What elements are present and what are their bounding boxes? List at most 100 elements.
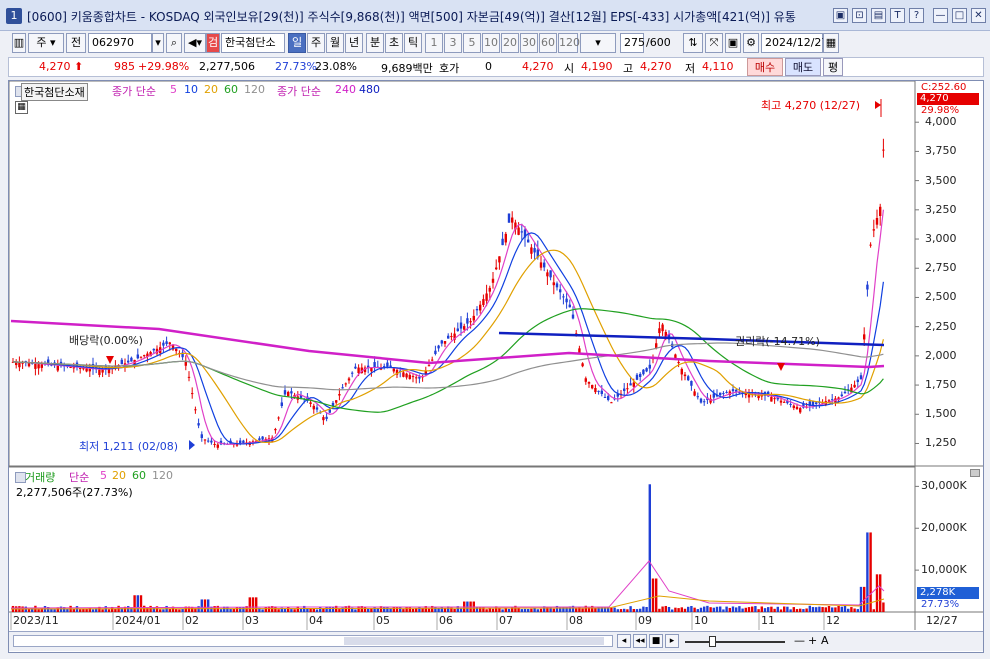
chart-type-icon[interactable]: ▥ [12,33,26,53]
candle-body [450,336,453,338]
sell-button[interactable]: 매도 [785,58,821,76]
price-tick-label: 2,000 [925,348,957,362]
chart-canvas[interactable] [9,81,983,652]
candle-body [549,270,552,278]
volume-bar [402,609,405,612]
vol-ma20-legend[interactable]: 20 [112,469,126,482]
candle-body [440,340,443,344]
candle-body [335,400,338,403]
period-minute[interactable]: 분 [366,33,384,53]
ma480-legend[interactable]: 480 [359,83,380,96]
ma20-legend[interactable]: 20 [204,83,218,96]
volume-legend-label[interactable]: 거래량 [25,469,55,485]
interval-120[interactable]: 120 [558,33,580,53]
sound-icon[interactable]: ◀▾ [184,33,206,53]
candle-body [603,396,607,398]
count-input[interactable]: 275 [620,33,645,53]
period-second[interactable]: 초 [385,33,403,53]
horizontal-scrollbar[interactable] [13,635,613,647]
vol-ma120-legend[interactable]: 120 [152,469,173,482]
volume-bar [399,606,402,612]
search-icon[interactable]: ⌕ [166,33,182,53]
scroll-left-icon[interactable]: ◂ [617,634,631,648]
maximize-button[interactable]: □ [952,8,967,23]
chart-area[interactable]: 한국첨단소재 종가 단순 5 10 20 60 120 종가 단순 240 48… [8,80,984,653]
interval-20[interactable]: 20 [501,33,519,53]
volume-ma-label[interactable]: 단순 [69,469,89,485]
rewind-icon[interactable]: ◂◂ [633,634,647,648]
candle-body [530,247,533,254]
interval-10[interactable]: 10 [482,33,500,53]
stock-name[interactable]: 한국첨단소 [221,33,285,53]
ma10-legend[interactable]: 10 [184,83,198,96]
volume-bar [517,608,520,612]
date-input[interactable]: 2024/12/27 [761,33,828,53]
candle-body [501,238,504,246]
ma240-legend[interactable]: 240 [335,83,356,96]
volume-bar [719,606,722,612]
save-icon[interactable]: ▣ [725,33,741,53]
indicator-icon[interactable]: ⇅ [683,33,703,53]
zoom-out-icon[interactable]: — [794,634,805,647]
price-tick-label: 2,250 [925,319,957,333]
vol-ma60-legend[interactable]: 60 [132,469,146,482]
candle-body [543,262,546,268]
price-tick-label: 3,500 [925,173,957,187]
font-size-icon[interactable]: A [821,634,829,647]
period-month[interactable]: 월 [326,33,344,53]
zoom-slider-handle[interactable] [709,636,716,647]
gear-icon[interactable]: ⚙ [743,33,759,53]
buy-button[interactable]: 매수 [747,58,783,76]
minimize-button[interactable]: — [933,8,948,23]
vol-ma5-legend[interactable]: 5 [100,469,107,482]
zoom-slider-track[interactable] [685,641,785,643]
code-dropdown-icon[interactable]: ▾ [152,33,164,53]
layout-icon[interactable]: ⊡ [852,8,867,23]
candle-body [98,369,101,375]
panel-expand-icon[interactable] [970,469,980,477]
ma60-legend[interactable]: 60 [224,83,238,96]
interval-5[interactable]: 5 [463,33,481,53]
ma-legend-label[interactable]: 종가 단순 [112,83,156,99]
candle-body [815,402,818,404]
volume-bar [693,607,696,612]
ma120-legend[interactable]: 120 [244,83,265,96]
interval-3[interactable]: 3 [444,33,462,53]
list-icon[interactable]: ▤ [871,8,886,23]
volume-bar [821,607,824,612]
prefix-button[interactable]: 전 [66,33,86,53]
zoom-in-icon[interactable]: + [808,634,817,647]
stop-icon[interactable]: ■ [649,634,663,648]
play-icon[interactable]: ▸ [665,634,679,648]
candle-body [600,390,603,394]
volume-bar [715,606,719,612]
period-tick[interactable]: 틱 [404,33,422,53]
grid-table-icon[interactable]: ▦ [15,101,28,114]
help-icon[interactable]: ? [909,8,924,23]
compare-icon[interactable]: ⤧ [705,33,723,53]
interval-dropdown[interactable]: ▾ [580,33,616,53]
chart-setting-icon[interactable]: ▣ [833,8,848,23]
ma5-legend[interactable]: 5 [170,83,177,96]
volume-bar [847,608,850,612]
market-select[interactable]: 주 ▾ [28,33,64,53]
interval-1[interactable]: 1 [425,33,443,53]
candle-body [328,409,331,413]
candle-body [242,440,245,444]
period-year[interactable]: 년 [345,33,363,53]
eval-button[interactable]: 평 [823,58,843,76]
volume-bar [315,609,319,612]
period-week[interactable]: 주 [307,33,325,53]
interval-60[interactable]: 60 [539,33,557,53]
ma-legend-label2[interactable]: 종가 단순 [277,83,321,99]
text-icon[interactable]: T [890,8,905,23]
calendar-icon[interactable]: ▦ [823,33,839,53]
stock-tag[interactable]: 한국첨단소재 [21,83,88,101]
interval-30[interactable]: 30 [520,33,538,53]
stock-code-input[interactable]: 062970 [88,33,152,53]
period-day[interactable]: 일 [288,33,306,53]
scroll-thumb[interactable] [344,637,604,645]
candle-body [690,380,693,386]
candle-body [274,429,277,431]
close-button[interactable]: ✕ [971,8,986,23]
